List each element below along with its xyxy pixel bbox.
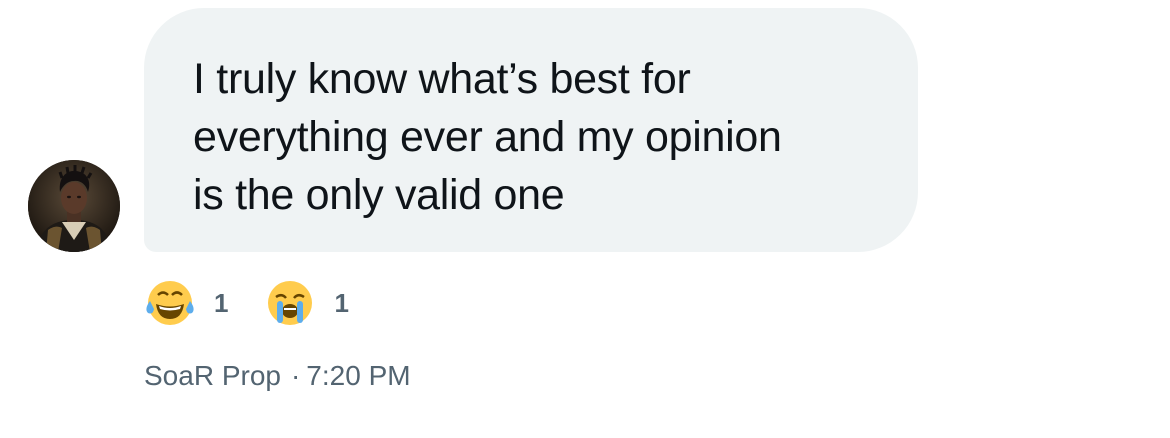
message-bubble[interactable]: I truly know what’s best for everything … bbox=[144, 8, 918, 252]
message-text: I truly know what’s best for everything … bbox=[193, 50, 878, 224]
reaction-count: 1 bbox=[334, 287, 349, 318]
message-line: is the only valid one bbox=[193, 171, 565, 219]
reaction-loudly-crying[interactable]: 1 bbox=[264, 277, 349, 329]
reaction-count: 1 bbox=[214, 287, 229, 318]
loudly-crying-emoji-icon bbox=[268, 281, 313, 325]
reaction-tears-of-joy[interactable]: 1 bbox=[144, 277, 228, 329]
tears-of-joy-emoji-icon bbox=[146, 281, 194, 325]
message-meta: SoaR Prop · 7:20 PM bbox=[144, 360, 411, 392]
user-avatar-portrait-icon bbox=[28, 160, 120, 252]
message-line: everything ever and my opinion bbox=[193, 113, 782, 161]
sender-name[interactable]: SoaR Prop bbox=[144, 360, 281, 391]
avatar[interactable] bbox=[28, 160, 120, 252]
meta-separator: · bbox=[290, 360, 301, 391]
message-line: I truly know what’s best for bbox=[193, 55, 691, 103]
reactions-bar: 1 1 bbox=[144, 278, 385, 328]
message-timestamp: 7:20 PM bbox=[306, 360, 411, 391]
